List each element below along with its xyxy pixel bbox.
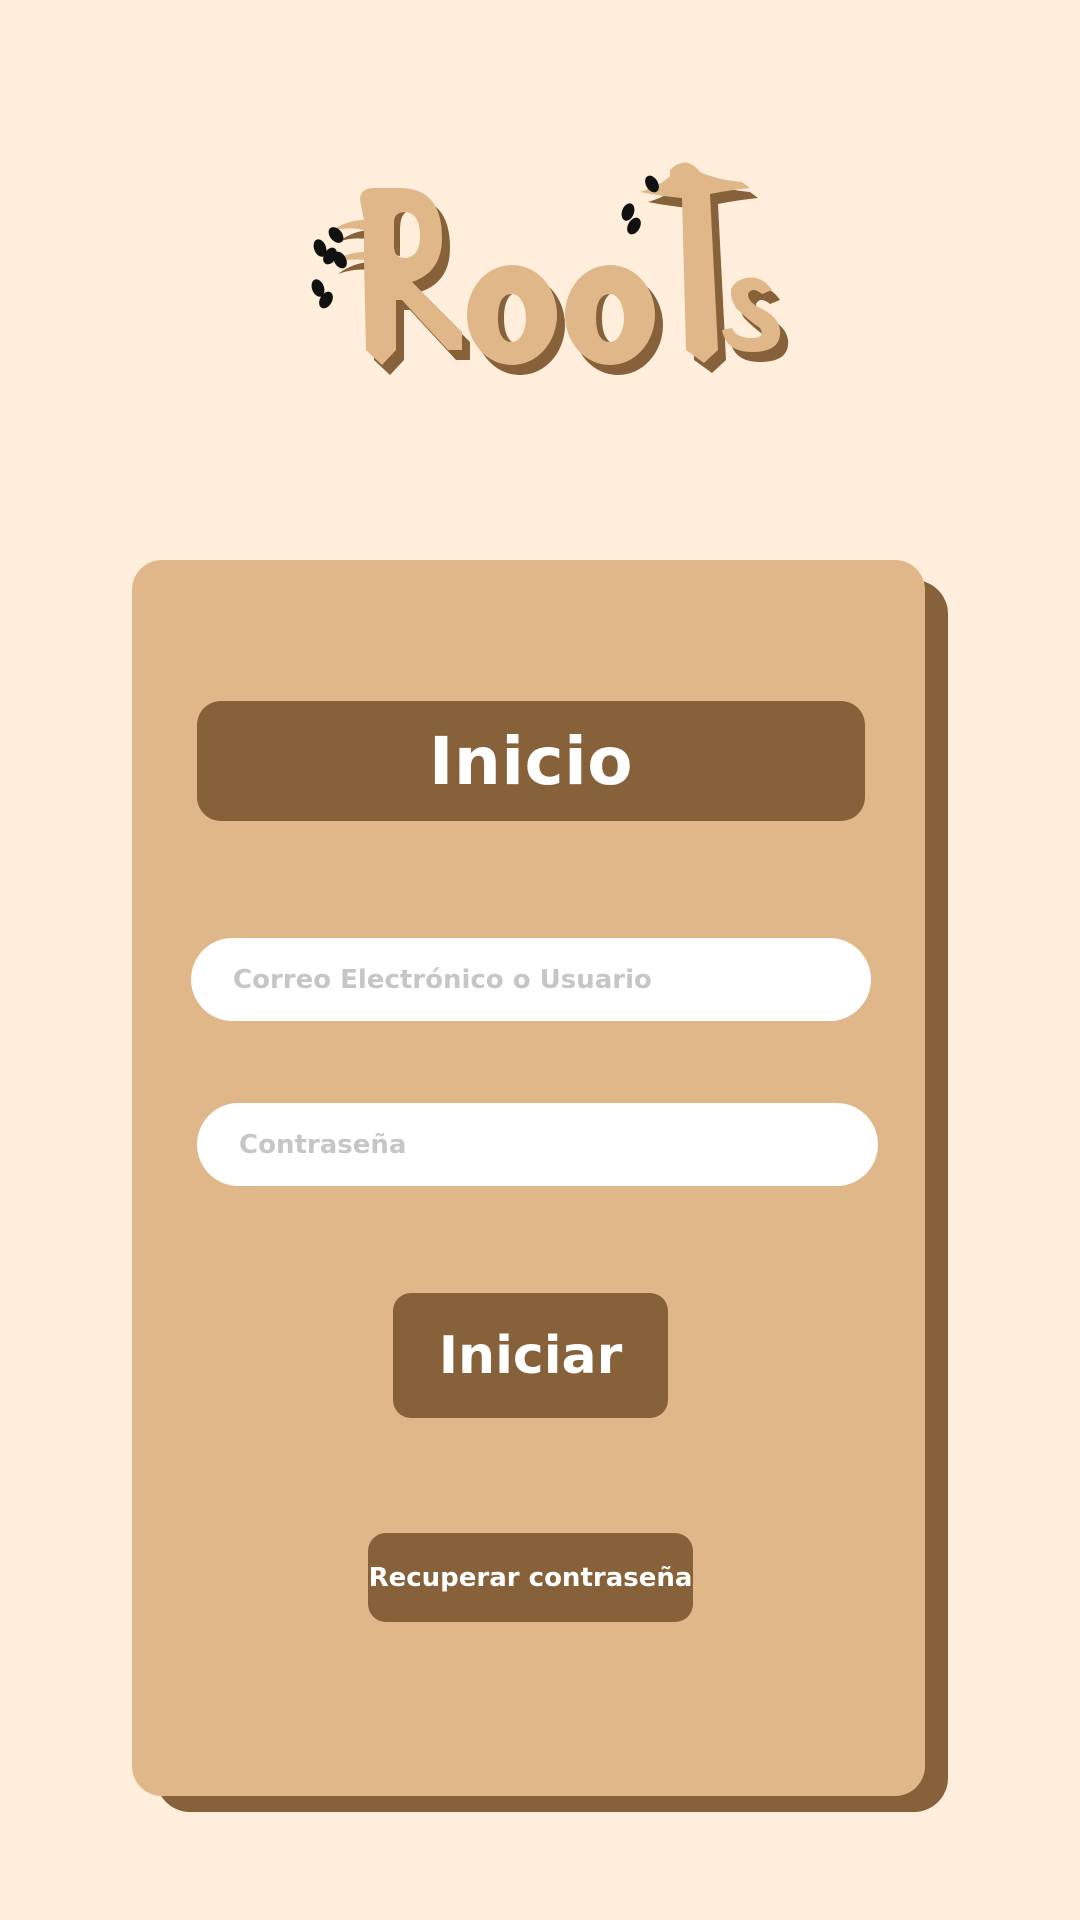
roots-logo — [290, 160, 790, 400]
title-box: Inicio — [197, 701, 865, 821]
login-button[interactable]: Iniciar — [393, 1293, 668, 1418]
roots-logo-art — [311, 162, 789, 375]
recover-password-button[interactable]: Recuperar contraseña — [368, 1533, 693, 1622]
email-input[interactable] — [233, 938, 871, 1021]
email-field[interactable] — [191, 938, 871, 1021]
password-field[interactable] — [197, 1103, 878, 1186]
page-title: Inicio — [428, 722, 634, 800]
password-input[interactable] — [239, 1103, 878, 1186]
